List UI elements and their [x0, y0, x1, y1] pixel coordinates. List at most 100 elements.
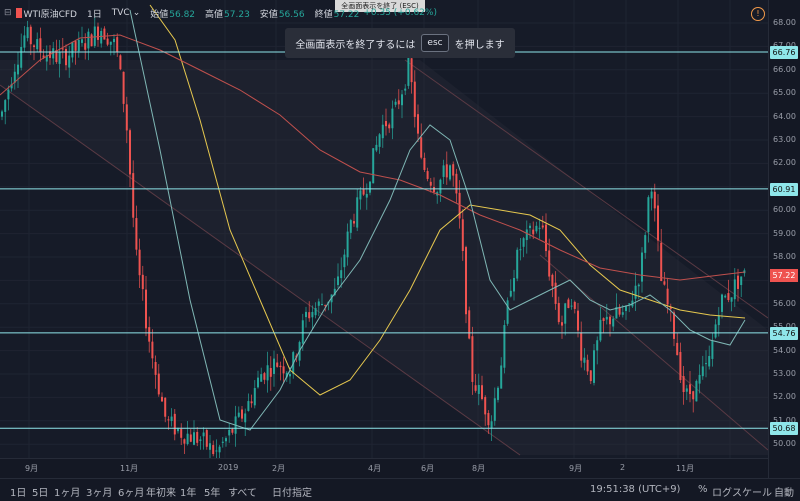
horizontal-line-price-label: 66.76: [770, 46, 798, 60]
candle: [81, 26, 83, 47]
low-label: 安値: [259, 9, 278, 20]
candle: [100, 27, 103, 48]
candle: [311, 305, 314, 330]
candle: [23, 25, 26, 52]
candle: [106, 32, 109, 47]
price-tick-label: 68.00: [773, 18, 796, 27]
candle: [145, 275, 147, 337]
time-tick-label: 9月: [569, 464, 583, 473]
date-range-button[interactable]: 日付指定: [272, 484, 312, 499]
candle: [465, 245, 467, 324]
candle: [170, 408, 173, 427]
time-tick-label: 4月: [368, 464, 382, 473]
candle: [173, 409, 176, 441]
candle: [660, 228, 663, 282]
candle: [212, 440, 215, 457]
collapse-icon[interactable]: ⊟: [4, 8, 12, 18]
range-button[interactable]: 年初来: [146, 484, 176, 499]
price-tick-label: 53.00: [773, 369, 796, 378]
close-label: 終値: [314, 9, 333, 20]
banner-text-before: 全画面表示を終了するには: [295, 39, 416, 51]
range-button[interactable]: 6ヶ月: [118, 484, 144, 499]
price-tick-label: 62.00: [773, 158, 796, 168]
price-tick-label: 54.00: [773, 345, 796, 355]
candle: [199, 436, 202, 450]
candle: [119, 54, 122, 71]
candle: [209, 434, 211, 464]
time-tick-label: 9月: [25, 464, 39, 473]
interval[interactable]: 1日: [87, 7, 102, 20]
candle: [202, 427, 205, 450]
low-value: 56.56: [278, 9, 305, 20]
price-chart[interactable]: [0, 0, 769, 464]
candle: [228, 422, 231, 443]
candle: [116, 33, 119, 57]
candle: [250, 394, 253, 408]
price-tick-label: 65.00: [773, 88, 796, 98]
candle: [657, 194, 659, 252]
time-axis[interactable]: [0, 458, 768, 479]
candle: [247, 393, 250, 412]
candle: [237, 406, 240, 419]
candle: [650, 187, 653, 211]
price-tick-label: 60.00: [773, 205, 796, 215]
price-tick-label: 58.00: [773, 252, 796, 261]
time-tick-label: 11月: [676, 464, 695, 473]
symbol-name[interactable]: WTI原油CFD: [24, 7, 77, 20]
candle: [449, 164, 451, 182]
log-scale-toggle[interactable]: ログスケール: [712, 484, 772, 499]
candle: [221, 437, 224, 448]
candle: [205, 428, 208, 450]
esc-key: esc: [421, 34, 449, 52]
auto-scale-toggle[interactable]: 自動: [774, 484, 794, 499]
time-tick-label: 2019: [218, 463, 239, 472]
candle: [151, 329, 154, 369]
close-value: 57.22: [333, 9, 360, 20]
clock-alert-icon[interactable]: !: [751, 7, 765, 21]
price-tick-label: 52.00: [773, 392, 796, 402]
range-button[interactable]: 3ヶ月: [86, 484, 112, 499]
exit-fullscreen-banner: 全画面表示を終了するには esc を押します: [285, 28, 515, 58]
candle: [148, 316, 151, 353]
range-button[interactable]: 5日: [32, 484, 48, 499]
candle: [135, 205, 138, 256]
candle: [279, 361, 282, 381]
candle: [87, 28, 90, 61]
horizontal-line-price-label: 60.91: [770, 182, 798, 196]
candle: [506, 297, 509, 326]
range-button[interactable]: 1日: [10, 484, 26, 499]
candle: [215, 439, 218, 461]
price-tick-label: 50.00: [773, 439, 796, 449]
candle: [36, 32, 39, 53]
candle: [109, 41, 112, 56]
chart-canvas[interactable]: [0, 0, 769, 464]
banner-text-after: を押します: [454, 39, 505, 51]
candle: [263, 371, 266, 385]
candle: [167, 416, 170, 430]
candle: [103, 26, 106, 40]
candle: [298, 340, 301, 367]
open-value: 56.82: [169, 9, 196, 20]
change-value: +0.35 (+0.62%): [363, 8, 437, 18]
candle: [727, 279, 730, 303]
time-tick-label: 2月: [272, 464, 286, 473]
range-button[interactable]: 1年: [180, 484, 196, 499]
candle: [77, 31, 80, 58]
price-tick-label: 66.00: [773, 64, 796, 74]
candle: [647, 195, 650, 243]
bottom-toolbar: 1日 5日 1ヶ月 3ヶ月 6ヶ月 年初来 1年 5年 すべて 日付指定 19:51:38 (UTC…: [0, 478, 800, 501]
percent-toggle[interactable]: %: [698, 484, 708, 495]
candle: [39, 27, 42, 62]
candle: [157, 364, 160, 397]
price-tick-label: 59.00: [773, 228, 796, 238]
open-label: 始値: [150, 9, 169, 20]
candle: [196, 427, 199, 447]
dropdown-icon[interactable]: ⌄: [133, 8, 141, 18]
candle: [180, 423, 183, 445]
range-button[interactable]: すべて: [228, 484, 257, 499]
price-tick-label: 56.00: [773, 298, 796, 308]
chart-legend: ⊟ WTI原油CFD 1日 TVC ⌄ 始値56.82 高値57.23 安値56…: [4, 4, 437, 22]
range-button[interactable]: 1ヶ月: [54, 484, 80, 499]
candle: [183, 438, 186, 455]
range-button[interactable]: 5年: [204, 484, 220, 499]
